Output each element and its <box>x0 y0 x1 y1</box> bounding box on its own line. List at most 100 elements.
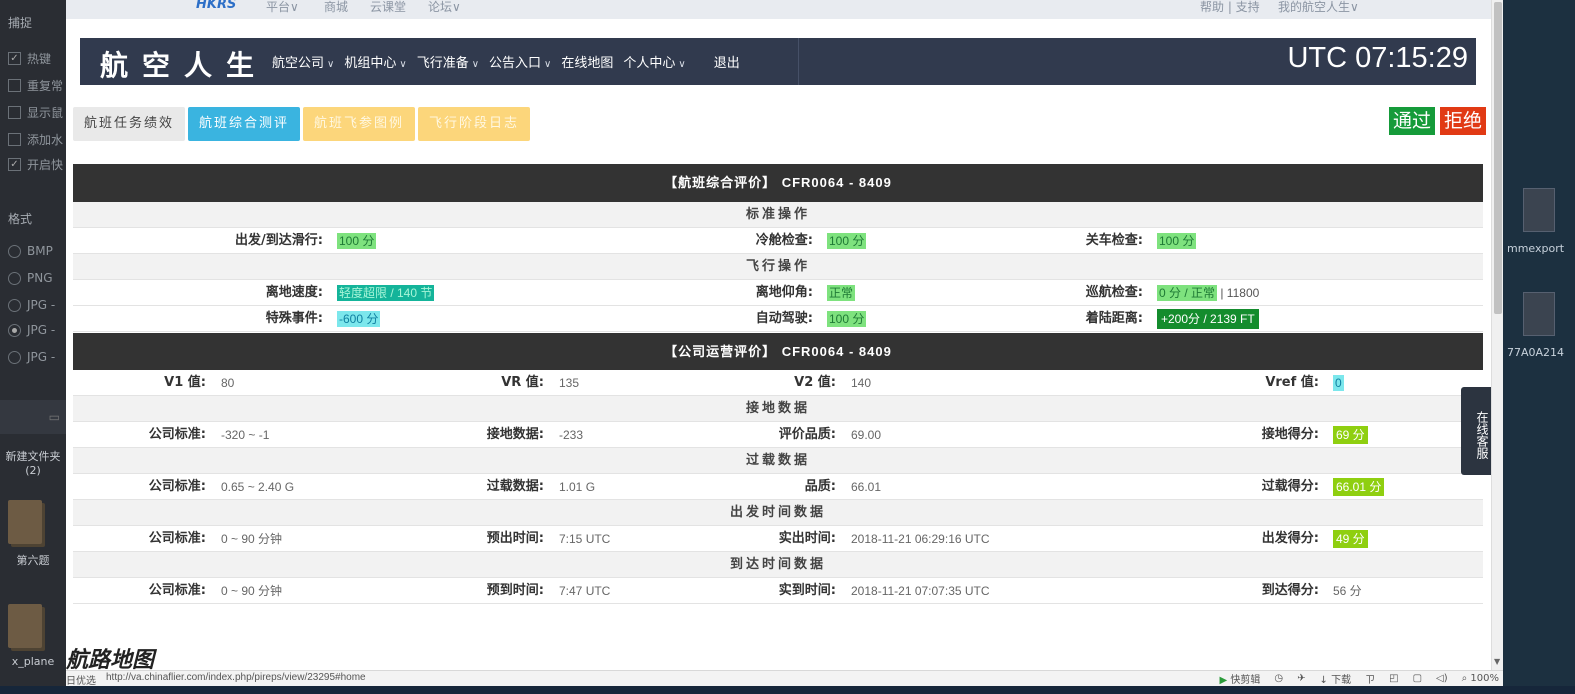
ol-score-label: 过载得分: <box>1261 479 1319 494</box>
tab-comprehensive-eval[interactable]: 航班综合测评 <box>188 107 301 141</box>
arr-standard-value: 0 ~ 90 分钟 <box>221 584 283 598</box>
checkbox-icon <box>8 106 21 119</box>
tab-flight-params[interactable]: 航班飞参图例 <box>303 107 416 141</box>
ol-standard-value: 0.65 ~ 2.40 G <box>221 480 295 494</box>
ol-quality-label: 品质: <box>804 479 836 494</box>
folder-icon[interactable] <box>8 604 42 648</box>
topbar-link-help[interactable]: 帮助 | 支持 <box>1200 0 1260 15</box>
taxi-value: 100 分 <box>337 233 377 249</box>
folder-icon[interactable] <box>8 500 42 544</box>
desktop-folder-label[interactable]: x_plane <box>0 655 66 668</box>
autopilot-value: 100 分 <box>827 311 867 327</box>
table-row: 特殊事件: -600 分 自动驾驶: 100 分 着陆距离: +200分 / 2… <box>73 306 1483 332</box>
dep-planned-label: 预出时间: <box>486 531 544 546</box>
shutdown-check-label: 关车检查: <box>1085 233 1143 248</box>
page-scrollbar[interactable]: ▼ <box>1491 0 1503 670</box>
play-icon: ▶ <box>1219 675 1228 686</box>
topbar-link-mall[interactable]: 商城 <box>324 0 348 15</box>
chevron-down-icon: ∨ <box>678 59 686 70</box>
scroll-down-arrow-icon[interactable]: ▼ <box>1494 657 1500 666</box>
menu-personal-center[interactable]: 个人中心 ∨ <box>623 52 685 71</box>
sound-icon[interactable]: ◁) <box>1436 673 1448 684</box>
menu-logout[interactable]: 退出 <box>714 52 740 71</box>
capture-section-title: 捕捉 <box>8 16 33 30</box>
taxi-label: 出发/到达滑行: <box>235 233 323 248</box>
online-service-button[interactable]: 在线客服 <box>1461 387 1491 475</box>
option-show-mouse[interactable]: 显示鼠 <box>8 104 63 121</box>
tab-phase-log[interactable]: 飞行阶段日志 <box>418 107 531 141</box>
arr-score-value: 56 分 <box>1333 584 1362 598</box>
desktop-file-label[interactable]: mmexport <box>1507 242 1564 255</box>
arr-actual-value: 2018-11-21 07:07:35 UTC <box>851 584 990 598</box>
format-bmp[interactable]: BMP <box>8 244 53 258</box>
option-quick[interactable]: ✓ 开启快 <box>8 156 63 173</box>
menu-crew-center[interactable]: 机组中心 ∨ <box>344 52 406 71</box>
menu-flight-prep[interactable]: 飞行准备 ∨ <box>417 52 479 71</box>
vref-value: 0 <box>1333 375 1344 391</box>
topbar-link-classroom[interactable]: 云课堂 <box>370 0 406 15</box>
td-quality-label: 评价品质: <box>778 427 836 442</box>
ol-data-label: 过载数据: <box>486 479 544 494</box>
option-watermark[interactable]: 添加水 <box>8 131 63 148</box>
ime-icon[interactable]: ㄗ <box>1365 671 1375 686</box>
download-button[interactable]: ↓ 下载 <box>1320 671 1352 686</box>
approve-button[interactable]: 通过 <box>1389 107 1436 135</box>
checkbox-checked-icon: ✓ <box>8 158 21 171</box>
site-topbar: HKRS 平台∨ 商城 云课堂 论坛∨ 帮助 | 支持 我的航空人生∨ <box>66 0 1491 19</box>
tab-flight-performance[interactable]: 航班任务绩效 <box>73 107 186 141</box>
topbar-link-forum[interactable]: 论坛∨ <box>428 0 461 15</box>
topbar-link-platform[interactable]: 平台∨ <box>266 0 299 15</box>
td-standard-value: -320 ~ -1 <box>221 428 270 442</box>
quick-clip-button[interactable]: ▶ 快剪辑 <box>1220 671 1261 686</box>
cold-check-label: 冷舱检查: <box>755 233 813 248</box>
v1-label: V1 值: <box>164 375 206 390</box>
file-icon[interactable] <box>1523 188 1555 232</box>
dep-score-label: 出发得分: <box>1261 531 1319 546</box>
reject-button[interactable]: 拒绝 <box>1440 107 1487 135</box>
checkbox-icon <box>8 79 21 92</box>
format-jpg-2[interactable]: JPG - <box>8 323 55 337</box>
radio-icon <box>8 350 21 364</box>
scrollbar-thumb[interactable] <box>1494 2 1502 314</box>
site-logo[interactable]: HKRS <box>196 0 236 12</box>
option-hotkey[interactable]: ✓ 热键 <box>8 50 51 67</box>
menu-online-map[interactable]: 在线地图 <box>561 52 613 71</box>
radio-icon <box>8 271 21 285</box>
td-score-value: 69 分 <box>1333 422 1368 448</box>
dep-planned-value: 7:15 UTC <box>559 532 611 546</box>
liftoff-speed-label: 离地速度: <box>265 285 323 300</box>
menu-airline[interactable]: 航空公司 ∨ <box>272 52 334 71</box>
zoom-control[interactable]: ⌕ 100% <box>1462 673 1499 684</box>
chat-icon[interactable]: ▭ <box>0 400 66 434</box>
menu-announcements[interactable]: 公告入口 ∨ <box>489 52 551 71</box>
departure-subheader: 出发时间数据 <box>73 500 1483 526</box>
image-file-icon[interactable] <box>1523 292 1555 336</box>
desktop-folder-label[interactable]: 第六题 <box>0 552 66 568</box>
format-jpg-1[interactable]: JPG - <box>8 298 55 312</box>
window-icon[interactable]: ▢ <box>1413 673 1422 684</box>
format-section-title: 格式 <box>8 212 33 226</box>
liftoff-speed-value: 轻度超限 / 140 节 <box>337 285 435 301</box>
desktop-file-label[interactable]: 77A0A214 <box>1507 346 1564 359</box>
standard-ops-subheader: 标准操作 <box>73 202 1483 228</box>
flight-eval-header: 【航班综合评价】 CFR0064 - 8409 <box>73 164 1483 202</box>
landing-distance-value: +200分 / 2139 FT <box>1157 306 1259 332</box>
table-row: 离地速度: 轻度超限 / 140 节 离地仰角: 正常 巡航检查: 0 分 / … <box>73 280 1483 306</box>
topbar-link-account[interactable]: 我的航空人生∨ <box>1278 0 1359 15</box>
radio-icon <box>8 298 21 312</box>
screenshot-icon[interactable]: ◰ <box>1389 673 1398 684</box>
v1-value: 80 <box>221 376 235 390</box>
option-repeat[interactable]: 重复常 <box>8 77 63 94</box>
table-row: 公司标准: -320 ~ -1 接地数据: -233 评价品质: 69.00 接… <box>73 422 1483 448</box>
format-jpg-3[interactable]: JPG - <box>8 350 55 364</box>
ol-quality-value: 66.01 <box>851 480 882 494</box>
format-png[interactable]: PNG <box>8 271 53 285</box>
special-event-value: -600 分 <box>337 311 381 327</box>
brand-logo[interactable]: 航空人生 <box>100 44 268 84</box>
header-divider <box>798 38 799 85</box>
pin-icon[interactable]: ✈ <box>1297 673 1305 684</box>
v2-value: 140 <box>851 376 872 390</box>
history-icon[interactable]: ◷ <box>1274 673 1283 684</box>
capture-settings-panel: 捕捉 ✓ 热键 重复常 显示鼠 添加水 ✓ 开启快 格式 BMP PNG JPG -… <box>0 0 66 694</box>
desktop-folder-label[interactable]: 新建文件夹 (2) <box>0 448 66 477</box>
